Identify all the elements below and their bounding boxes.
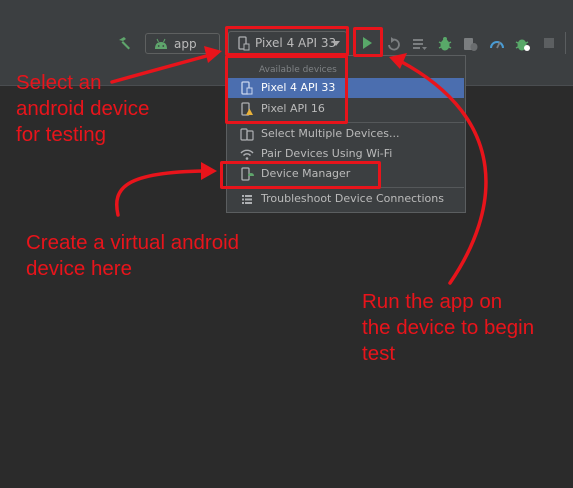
arrow-device-manager — [115, 169, 207, 217]
arrowhead-icon — [389, 53, 407, 69]
annotation-select-device: Select an android device for testing — [16, 71, 150, 146]
annotation-run-app: Run the app on the device to begin test — [362, 290, 535, 365]
annotation-create-virtual-device: Create a virtual android device here — [26, 231, 240, 280]
arrow-run-button — [398, 59, 488, 285]
arrowhead-icon — [201, 162, 217, 180]
arrowhead-icon — [204, 46, 222, 63]
